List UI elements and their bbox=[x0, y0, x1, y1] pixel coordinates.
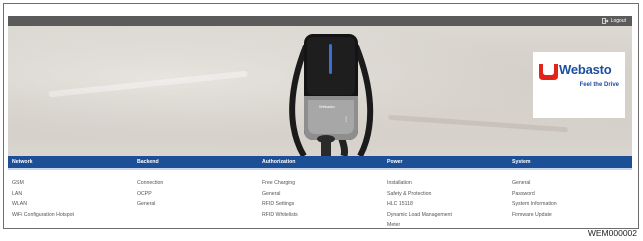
hero-banner: Webasto Live Webasto Feel the Drive bbox=[8, 26, 632, 156]
menu-item-wifi-hotspot[interactable]: WiFi Configuration Hotspot bbox=[8, 210, 132, 221]
charger-brand-text: Webasto bbox=[319, 104, 335, 109]
menu-item-password[interactable]: Password bbox=[508, 189, 632, 200]
charger-image: Webasto Live bbox=[289, 34, 374, 156]
menu-title-backend[interactable]: Backend bbox=[133, 156, 257, 168]
top-bar: Logout bbox=[8, 16, 632, 26]
menu-title-authorization[interactable]: Authorization bbox=[258, 156, 382, 168]
menu-item-backend-general[interactable]: General bbox=[133, 199, 257, 210]
main-menu: Network GSM LAN WLAN WiFi Configuration … bbox=[8, 156, 632, 228]
menu-item-connection[interactable]: Connection bbox=[133, 178, 257, 189]
menu-title-system[interactable]: System bbox=[508, 156, 632, 168]
brand-tagline: Feel the Drive bbox=[579, 82, 619, 88]
logout-label: Logout bbox=[610, 18, 626, 24]
menu-column-backend: Backend Connection OCPP General bbox=[133, 156, 257, 210]
menu-item-rfid-whitelists[interactable]: RFID Whitelists bbox=[258, 210, 382, 221]
menu-item-hlc-15118[interactable]: HLC 15118 bbox=[383, 199, 507, 210]
menu-item-dynamic-load-management[interactable]: Dynamic Load Management bbox=[383, 210, 507, 221]
menu-item-wlan[interactable]: WLAN bbox=[8, 199, 132, 210]
menu-item-system-information[interactable]: System Information bbox=[508, 199, 632, 210]
menu-column-power: Power Installation Safety & Protection H… bbox=[383, 156, 507, 228]
menu-item-firmware-update[interactable]: Firmware Update bbox=[508, 210, 632, 221]
logout-link[interactable]: Logout bbox=[601, 16, 626, 26]
web-ui-frame: Logout Webasto Live Webasto Feel the Dri… bbox=[3, 3, 639, 229]
menu-item-ocpp[interactable]: OCPP bbox=[133, 189, 257, 200]
logout-icon bbox=[601, 18, 609, 24]
brand-name: Webasto bbox=[559, 62, 612, 77]
menu-item-gsm[interactable]: GSM bbox=[8, 178, 132, 189]
webasto-logo: Webasto Feel the Drive bbox=[533, 52, 625, 118]
menu-title-power[interactable]: Power bbox=[383, 156, 507, 168]
menu-item-rfid-settings[interactable]: RFID Settings bbox=[258, 199, 382, 210]
menu-item-lan[interactable]: LAN bbox=[8, 189, 132, 200]
menu-item-meter[interactable]: Meter bbox=[383, 220, 507, 228]
menu-column-authorization: Authorization Free Charging General RFID… bbox=[258, 156, 382, 220]
menu-item-authorization-general[interactable]: General bbox=[258, 189, 382, 200]
menu-item-system-general[interactable]: General bbox=[508, 178, 632, 189]
menu-item-installation[interactable]: Installation bbox=[383, 178, 507, 189]
charger-live-text: Live bbox=[344, 116, 348, 122]
figure-reference: WEM000002 bbox=[587, 228, 637, 238]
menu-item-free-charging[interactable]: Free Charging bbox=[258, 178, 382, 189]
menu-column-network: Network GSM LAN WLAN WiFi Configuration … bbox=[8, 156, 132, 220]
background-streak bbox=[48, 70, 248, 98]
menu-item-safety-protection[interactable]: Safety & Protection bbox=[383, 189, 507, 200]
menu-title-network[interactable]: Network bbox=[8, 156, 132, 168]
menu-column-system: System General Password System Informati… bbox=[508, 156, 632, 220]
